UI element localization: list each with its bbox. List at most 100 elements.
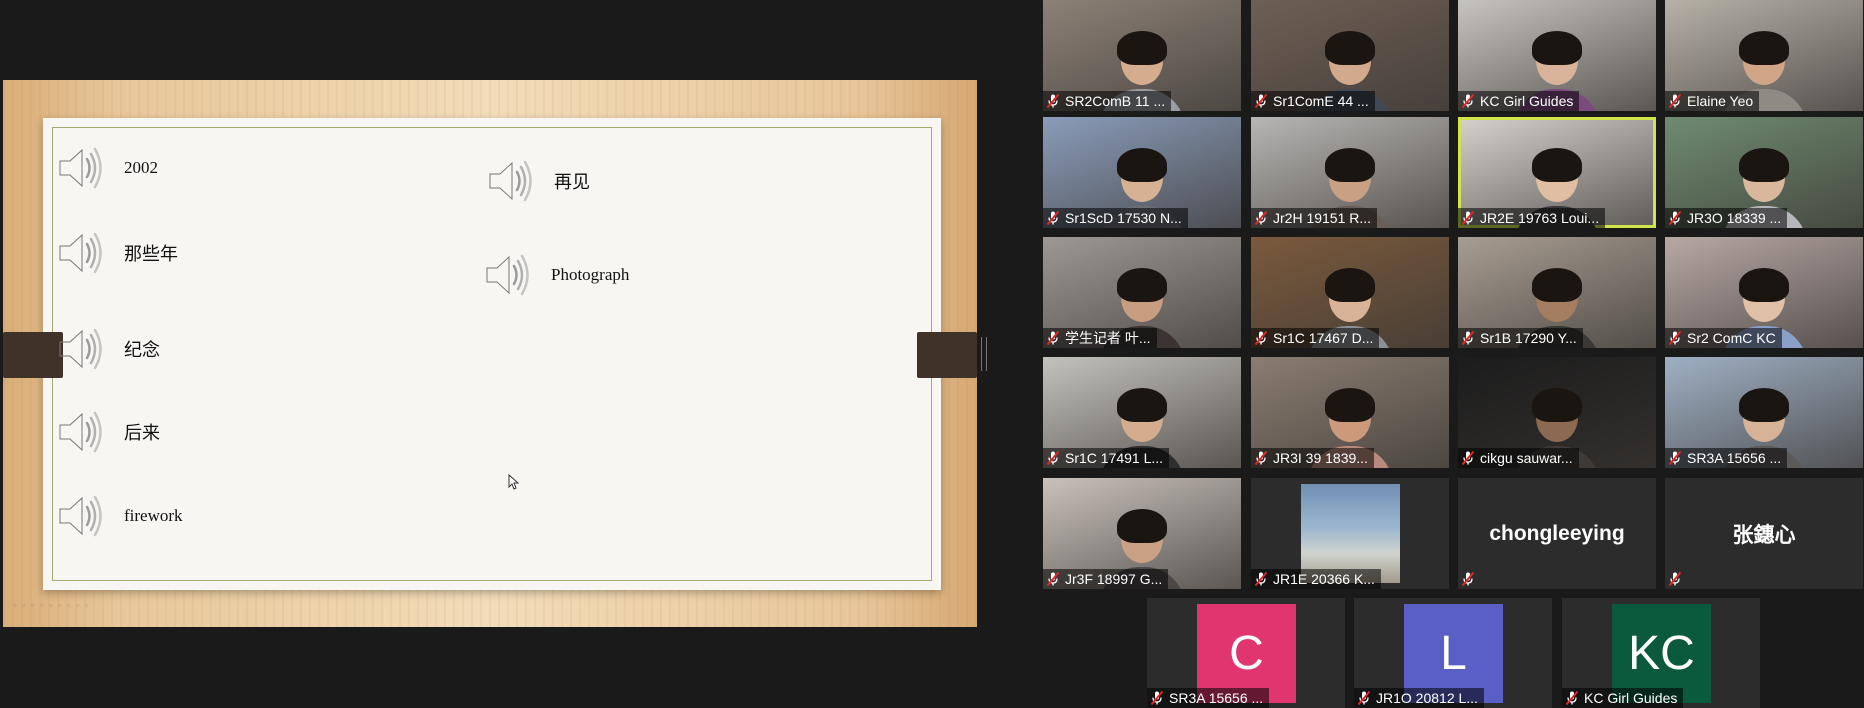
mic-muted-icon: [1253, 93, 1269, 109]
audio-item-label: 2002: [124, 158, 158, 177]
participant-name: Sr1ComE 44 ...: [1273, 93, 1369, 109]
participant-name: SR2ComB 11 ...: [1065, 93, 1166, 109]
participant-tile[interactable]: JR3I 39 1839...: [1251, 357, 1449, 468]
audio-item-label: 再见: [554, 172, 590, 192]
mic-muted-icon: [1564, 690, 1580, 706]
mic-muted-icon: [1253, 450, 1269, 466]
participant-tile[interactable]: SR2ComB 11 ...: [1043, 0, 1241, 111]
scroll-handle-left: [3, 332, 63, 378]
mic-muted-icon: [1045, 450, 1061, 466]
participant-name: cikgu sauwar...: [1480, 450, 1573, 466]
participant-tile[interactable]: Sr2 ComC KC: [1665, 237, 1863, 348]
participant-name-bar: JR3I 39 1839...: [1251, 448, 1374, 468]
participant-tile[interactable]: JR3O 18339 ...: [1665, 117, 1863, 228]
participant-tile[interactable]: JR2E 19763 Loui...: [1458, 117, 1656, 228]
participant-name: Sr1B 17290 Y...: [1480, 330, 1577, 346]
speaker-icon[interactable]: [486, 158, 536, 204]
participant-tile[interactable]: KC Girl Guides: [1458, 0, 1656, 111]
participant-tile[interactable]: Sr1B 17290 Y...: [1458, 237, 1656, 348]
participant-name-bar: [1665, 569, 1693, 589]
participant-name: KC Girl Guides: [1480, 93, 1574, 109]
participant-display-name: chongleeying: [1489, 521, 1625, 545]
participant-tile[interactable]: Jr3F 18997 G...: [1043, 478, 1241, 589]
participant-name-bar: Elaine Yeo: [1665, 91, 1760, 111]
participant-name-bar: Jr3F 18997 G...: [1043, 569, 1169, 589]
participant-tile[interactable]: Jr2H 19151 R...: [1251, 117, 1449, 228]
participant-name: Jr2H 19151 R...: [1273, 210, 1372, 226]
mic-muted-icon: [1667, 210, 1683, 226]
mic-muted-icon: [1460, 571, 1476, 587]
participant-tile[interactable]: Sr1C 17491 L...: [1043, 357, 1241, 468]
participant-tile[interactable]: cikgu sauwar...: [1458, 357, 1656, 468]
audio-item[interactable]: 2002: [56, 145, 158, 191]
participant-name-bar: JR1O 20812 L...: [1354, 688, 1484, 708]
participant-name: Jr3F 18997 G...: [1065, 571, 1163, 587]
participant-name: JR2E 19763 Loui...: [1480, 210, 1600, 226]
audio-item[interactable]: 后来: [56, 409, 160, 455]
participant-name-bar: Sr1B 17290 Y...: [1458, 328, 1583, 348]
audio-item[interactable]: firework: [56, 493, 183, 539]
participant-name: Sr1C 17491 L...: [1065, 450, 1164, 466]
mic-muted-icon: [1667, 450, 1683, 466]
audio-item[interactable]: 那些年: [56, 230, 178, 276]
participant-tile[interactable]: Sr1C 17467 D...: [1251, 237, 1449, 348]
participant-tile[interactable]: JR1E 20366 K...: [1251, 478, 1449, 589]
participant-tile[interactable]: C SR3A 15656 ...: [1147, 598, 1345, 708]
participant-tile[interactable]: Sr1ScD 17530 N...: [1043, 117, 1241, 228]
mic-muted-icon: [1667, 330, 1683, 346]
mic-muted-icon: [1460, 450, 1476, 466]
mic-muted-icon: [1667, 571, 1683, 587]
participant-name-bar: SR3A 15656 ...: [1665, 448, 1788, 468]
participant-name: SR3A 15656 ...: [1169, 690, 1264, 706]
speaker-icon[interactable]: [56, 230, 106, 276]
participant-name: Elaine Yeo: [1687, 93, 1754, 109]
participant-tile[interactable]: 学生记者 叶...: [1043, 237, 1241, 348]
participant-name: JR3I 39 1839...: [1273, 450, 1368, 466]
speaker-icon[interactable]: [56, 493, 106, 539]
participant-name-bar: JR2E 19763 Loui...: [1458, 208, 1606, 228]
slide-watermark: ◦ ◦ ◦ ◦ ◦ ◦ ◦ ◦ ◦: [13, 600, 90, 612]
audio-item-label: 后来: [124, 423, 160, 443]
audio-item[interactable]: 再见: [486, 158, 590, 204]
participant-tile[interactable]: chongleeying: [1458, 478, 1656, 589]
participant-name-bar: Sr1C 17491 L...: [1043, 448, 1170, 468]
participant-tile[interactable]: 张鏸心: [1665, 478, 1863, 589]
audio-item-label: Photograph: [551, 265, 630, 284]
speaker-icon[interactable]: [56, 326, 106, 372]
participant-name: KC Girl Guides: [1584, 690, 1678, 706]
audio-item[interactable]: 纪念: [56, 326, 160, 372]
participant-name: JR1O 20812 L...: [1376, 690, 1478, 706]
participant-name: Sr2 ComC KC: [1687, 330, 1776, 346]
participant-name-bar: KC Girl Guides: [1458, 91, 1580, 111]
audio-item[interactable]: Photograph: [483, 252, 629, 298]
participant-tile[interactable]: Elaine Yeo: [1665, 0, 1863, 111]
participant-tile[interactable]: KC KC Girl Guides: [1562, 598, 1760, 708]
audio-item-label: 纪念: [124, 340, 160, 360]
mic-muted-icon: [1045, 330, 1061, 346]
participant-name-bar: Sr2 ComC KC: [1665, 328, 1782, 348]
participant-name-bar: Sr1ComE 44 ...: [1251, 91, 1375, 111]
participant-tile[interactable]: SR3A 15656 ...: [1665, 357, 1863, 468]
speaker-icon[interactable]: [56, 409, 106, 455]
participant-tile[interactable]: Sr1ComE 44 ...: [1251, 0, 1449, 111]
mic-muted-icon: [1356, 690, 1372, 706]
split-view-divider[interactable]: [981, 337, 987, 371]
participant-tile[interactable]: L JR1O 20812 L...: [1354, 598, 1552, 708]
scroll-handle-right: [917, 332, 977, 378]
participant-name-bar: KC Girl Guides: [1562, 688, 1684, 708]
mic-muted-icon: [1045, 210, 1061, 226]
participant-name-bar: cikgu sauwar...: [1458, 448, 1579, 468]
participant-name: JR1E 20366 K...: [1273, 571, 1375, 587]
mic-muted-icon: [1045, 571, 1061, 587]
participant-name: Sr1C 17467 D...: [1273, 330, 1374, 346]
mic-muted-icon: [1460, 210, 1476, 226]
speaker-icon[interactable]: [483, 252, 533, 298]
participant-name-bar: JR3O 18339 ...: [1665, 208, 1788, 228]
mic-muted-icon: [1253, 210, 1269, 226]
participant-name: JR3O 18339 ...: [1687, 210, 1782, 226]
mic-muted-icon: [1045, 93, 1061, 109]
participant-name-bar: [1458, 569, 1486, 589]
speaker-icon[interactable]: [56, 145, 106, 191]
participant-name-bar: SR3A 15656 ...: [1147, 688, 1270, 708]
mic-muted-icon: [1149, 690, 1165, 706]
